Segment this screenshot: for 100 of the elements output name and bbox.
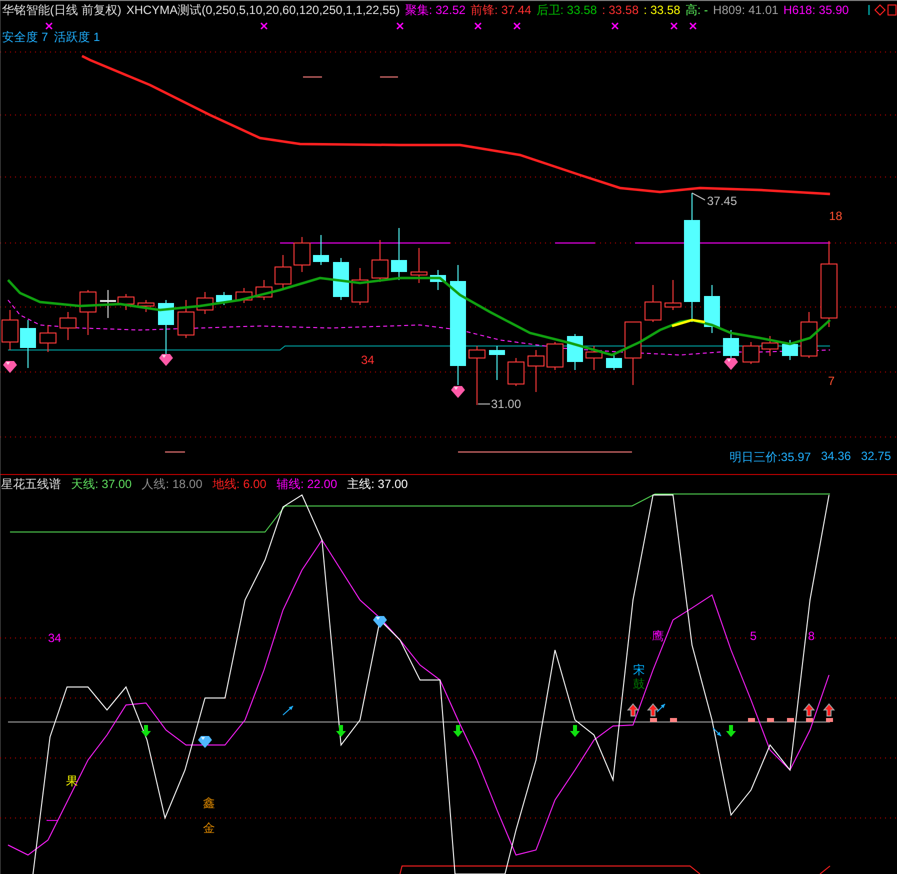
chart-label: 鼓 [633,678,645,690]
price-label: 37.45 [707,195,738,207]
chart-label: 鑫 [203,797,215,809]
diamond-icon[interactable] [874,4,886,16]
indicator-name: XHCYMA测试(0,250,5,10,20,60,120,250,1,1,22,55) [126,2,400,18]
chart-label: 34 [48,632,62,644]
candlestick [294,236,310,272]
candlestick [508,358,524,386]
candlestick [546,342,564,370]
candlestick [40,324,56,352]
gem-icon [451,386,465,398]
candlestick [586,346,602,370]
candlestick [256,280,272,300]
candlestick [118,294,134,310]
indicator-value: 高: - [685,2,708,18]
gem-icon [724,358,738,370]
up-arrow-icon [626,703,640,716]
candlestick [100,290,116,318]
chart-label: 金 [203,822,215,834]
marker-icon [767,718,774,722]
candlestick [372,240,388,282]
cross-icon [513,22,521,30]
cross-icon [396,22,404,30]
candlestick [196,292,214,314]
leader-line [692,192,706,200]
candlestick [138,300,154,312]
window-icon[interactable] [888,4,896,16]
candlestick [606,354,622,370]
candlestick [624,322,642,386]
indicator-value: 后卫: 33.58 [536,2,597,18]
marker-icon [748,718,755,722]
chart-label: 鹰 [652,630,664,642]
indicator-value: 人线: 18.00 [142,476,202,492]
cross-icon [689,22,697,30]
price-label: 18 [829,210,842,222]
candlestick [391,228,407,280]
gem-icon [159,354,173,366]
candlestick [489,346,505,380]
indicator-value: 前锋: 37.44 [470,2,532,18]
indicator-value: 天线: 37.00 [71,476,132,492]
indicator-value: : 33.58 [602,3,639,17]
candlestick [60,312,76,340]
arrow-icon [656,704,666,712]
up-arrow-icon [822,703,836,716]
gem-icon [373,616,387,628]
forecast-price: 明日三价:35.97 [730,449,811,466]
marker-icon [806,718,813,722]
candlestick [352,268,368,306]
candlestick [430,270,446,290]
indicator-value: H618: 35.90 [783,3,849,17]
chart-label: 一 [46,815,58,827]
marker-icon [826,718,833,722]
price-label: 7 [828,375,835,387]
down-arrow-icon [453,725,463,737]
cross-icon [611,22,619,30]
candlestick [664,280,682,310]
indicator-value: 辅线: 22.00 [276,476,338,492]
candlestick [80,290,96,336]
marker-icon [650,718,657,722]
candlestick [216,292,232,306]
indicator-value: H809: 41.01 [713,3,778,17]
candlestick [782,340,798,360]
cross-icon [670,22,678,30]
chart-label: 8 [808,630,815,642]
chart-title: 星花五线谱 [1,476,61,492]
marker-icon [670,718,677,722]
chart-label: 宋 [633,664,645,676]
indicator-value: 主线: 37.00 [347,476,408,492]
candlestick [313,234,329,266]
candlestick [20,320,36,368]
forecast-price: 32.75 [860,449,891,465]
indicator-value: 地线: 6.00 [212,476,266,492]
indicator-value: : 33.58 [644,3,680,17]
up-arrow-icon [646,703,660,716]
arrow-icon [712,728,722,736]
gem-icon [3,361,17,373]
candlestick [236,288,252,304]
candlestick [528,350,544,392]
forecast-price: 34.36 [820,449,851,465]
candlestick [333,258,349,300]
arrow-icon [282,706,294,716]
indicator-value: 聚集: 32.52 [404,2,466,18]
candlestick [468,346,486,406]
cross-icon [45,22,53,30]
chart-label: 5 [750,630,757,642]
candlestick [704,284,720,334]
candlestick [274,254,292,290]
candlestick [762,336,778,356]
cross-icon [260,22,268,30]
down-arrow-icon [570,725,580,737]
candlestick [178,300,194,338]
down-arrow-icon [336,725,346,737]
down-arrow-icon [141,725,151,737]
cross-icon [474,22,482,30]
stat-value: 活跃度 1 [54,29,100,46]
candlestick [567,334,583,370]
gem-icon [198,736,212,748]
candlestick [800,312,818,358]
marker-icon [787,718,794,722]
candlestick [410,248,428,284]
